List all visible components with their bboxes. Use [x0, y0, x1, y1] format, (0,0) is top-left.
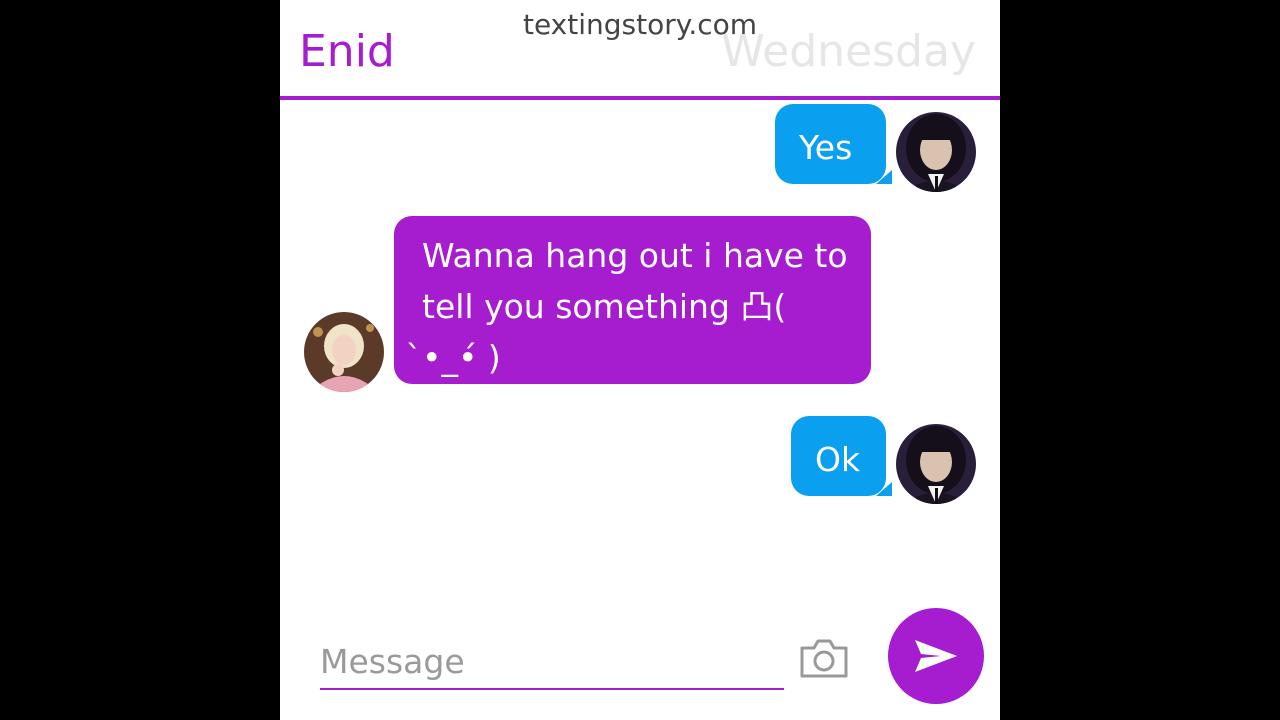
message-bubble-sent[interactable]: Yes: [775, 104, 886, 184]
send-button[interactable]: [888, 608, 984, 704]
self-name: Wednesday: [721, 26, 976, 77]
camera-icon[interactable]: [798, 636, 850, 680]
message-input-placeholder: Message: [320, 642, 465, 681]
wednesday-avatar[interactable]: [896, 424, 976, 504]
wednesday-avatar[interactable]: [896, 112, 976, 192]
send-icon: [915, 640, 957, 672]
chat-screen: textingstory.com Enid Wednesday Yes Wann…: [280, 0, 1000, 720]
header-divider: [280, 96, 1000, 100]
enid-avatar[interactable]: [304, 312, 384, 392]
message-bubble-received[interactable]: Wanna hang out i have to tell you someth…: [394, 216, 871, 428]
message-input[interactable]: Message: [320, 630, 784, 690]
message-text-line: tell you something 凸( ̀•_•́ ): [422, 287, 787, 377]
message-text: Yes: [799, 128, 853, 167]
contact-name: Enid: [299, 26, 395, 77]
message-text-line: 凸: [422, 389, 455, 428]
message-bubble-sent[interactable]: Ok: [791, 416, 886, 496]
message-text-line: Wanna hang out i have to: [422, 236, 848, 275]
message-text: Ok: [815, 440, 861, 479]
bubble-tail: [876, 170, 892, 184]
bubble-tail: [876, 482, 892, 496]
